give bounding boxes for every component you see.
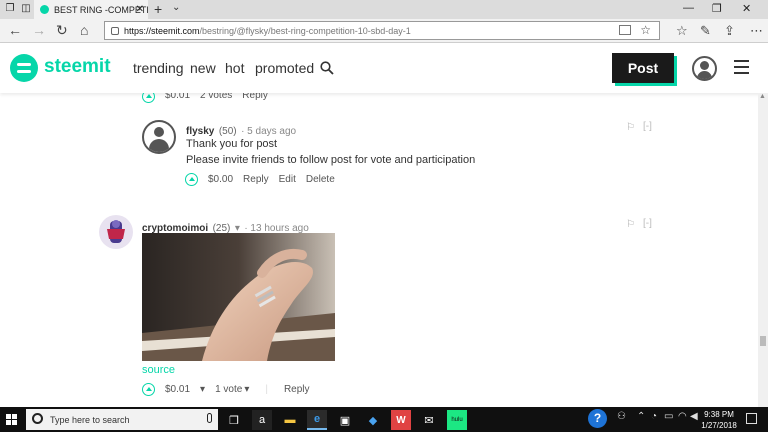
hub-icon[interactable]: ☆ (676, 23, 688, 39)
url-path: /bestring/@flysky/best-ring-competition-… (199, 25, 411, 36)
edge-browser-icon[interactable]: e (307, 410, 327, 430)
windows-start-icon[interactable] (6, 414, 17, 425)
upvote-icon[interactable] (142, 93, 155, 103)
address-bar[interactable]: https://steemit.com /bestring/@flysky/be… (104, 21, 660, 40)
divider: | (265, 384, 268, 395)
payout-chevron-icon[interactable]: ▾ (200, 384, 205, 395)
home-button[interactable]: ⌂ (80, 22, 88, 38)
amazon-app-icon[interactable]: a (252, 410, 272, 430)
task-view-icon[interactable]: ❐ (224, 410, 244, 430)
clock-time: 9:38 PM (704, 410, 734, 419)
steemit-logo-icon[interactable] (10, 54, 38, 82)
url-host: https://steemit.com (124, 25, 200, 36)
tab-aside-icon[interactable]: ❐ (4, 3, 16, 15)
show-hidden-icons-chevron-icon[interactable]: ⌃ (637, 411, 645, 422)
comment-actions: $0.00 Reply Edit Delete (185, 173, 335, 186)
action-center-icon[interactable] (746, 413, 757, 424)
dropbox-icon[interactable]: ◆ (363, 410, 383, 430)
browser-tab-active[interactable]: BEST RING -COMPETITI ✕ (34, 0, 148, 19)
comment-flysky: flysky (50) · 5 days ago Thank you for p… (0, 115, 758, 195)
help-icon[interactable]: ? (588, 409, 607, 428)
votes-count[interactable]: 1 vote (215, 384, 242, 395)
payout-amount[interactable]: $0.00 (208, 174, 233, 185)
minimize-button[interactable]: — (683, 2, 694, 14)
microphone-icon[interactable] (207, 413, 212, 423)
cortana-icon (32, 413, 43, 424)
taskbar-clock[interactable]: 9:38 PM 1/27/2018 (697, 409, 741, 431)
web-notes-icon[interactable]: ✎ (700, 23, 711, 39)
user-avatar-icon[interactable] (692, 56, 717, 81)
more-icon[interactable]: ⋯ (750, 23, 763, 39)
edit-link[interactable]: Edit (279, 174, 296, 185)
site-header: steemit trending new hot promoted Post (0, 43, 768, 93)
upvote-icon[interactable] (185, 173, 198, 186)
delete-link[interactable]: Delete (306, 174, 335, 185)
wifi-icon[interactable]: ◠ (678, 411, 687, 422)
tab-title: BEST RING -COMPETITI (54, 4, 148, 15)
browser-navigation-bar: ← → ↻ ⌂ https://steemit.com /bestring/@f… (0, 19, 768, 43)
scroll-thumb[interactable] (760, 336, 766, 346)
wps-office-icon[interactable]: W (391, 410, 411, 430)
new-tab-button[interactable]: + (154, 1, 162, 17)
back-button[interactable]: ← (8, 22, 22, 38)
reading-view-icon[interactable] (619, 25, 631, 35)
scroll-up-icon[interactable]: ▲ (759, 93, 766, 100)
store-icon[interactable]: ▣ (335, 410, 355, 430)
forward-button[interactable]: → (32, 22, 46, 38)
user-avatar-image[interactable] (99, 215, 133, 249)
share-icon[interactable]: ⇪ (724, 23, 735, 39)
file-explorer-icon[interactable]: ▬ (280, 410, 300, 430)
people-icon[interactable]: ⚇ (617, 411, 626, 422)
page-scrollbar[interactable]: ▲ (758, 93, 768, 407)
upvote-icon[interactable] (142, 383, 155, 396)
reply-link[interactable]: Reply (242, 93, 268, 103)
comments-section: $0.01 2 votes Reply flysky (50) · 5 days… (0, 93, 758, 407)
comment-line: Thank you for post (186, 138, 278, 150)
nav-new[interactable]: new (190, 60, 216, 76)
close-window-button[interactable]: ✕ (742, 2, 751, 15)
tab-list-chevron-icon[interactable]: ⌄ (172, 2, 180, 13)
post-button[interactable]: Post (612, 53, 674, 83)
previous-comment-actions: $0.01 2 votes Reply (142, 93, 268, 103)
network-icon[interactable]: ◔ (651, 411, 657, 422)
favorite-star-icon[interactable]: ☆ (640, 23, 651, 37)
steemit-favicon-icon (40, 5, 49, 14)
ring-photo-image (142, 233, 335, 361)
reply-link[interactable]: Reply (284, 384, 310, 395)
browser-tab-bar: ❐ ◫ BEST RING -COMPETITI ✕ + ⌄ — ❐ ✕ (0, 0, 768, 19)
collapse-toggle[interactable]: [-] (643, 121, 652, 132)
collapse-toggle[interactable]: [-] (643, 218, 652, 229)
lock-icon (111, 26, 119, 35)
restore-button[interactable]: ❐ (712, 2, 722, 15)
clock-date: 1/27/2018 (701, 421, 737, 430)
battery-icon[interactable]: ▭ (664, 411, 673, 422)
brand-name[interactable]: steemit (44, 56, 111, 78)
refresh-button[interactable]: ↻ (56, 22, 68, 38)
source-link[interactable]: source (142, 364, 175, 376)
nav-promoted[interactable]: promoted (255, 60, 314, 76)
avatar-placeholder-icon[interactable] (142, 120, 176, 154)
search-placeholder: Type here to search (50, 414, 130, 425)
windows-taskbar: Type here to search ❐ a ▬ e ▣ ◆ W ✉ hulu… (0, 407, 768, 432)
votes-count[interactable]: 2 votes (200, 93, 232, 103)
nav-trending[interactable]: trending (133, 60, 184, 76)
nav-hot[interactable]: hot (225, 60, 244, 76)
hulu-icon[interactable]: hulu (447, 410, 467, 430)
comment-line: Please invite friends to follow post for… (186, 154, 476, 166)
flag-icon[interactable]: ⚐ (626, 122, 635, 133)
menu-hamburger-icon[interactable] (734, 60, 749, 78)
mail-icon[interactable]: ✉ (419, 410, 439, 430)
search-icon[interactable] (320, 61, 334, 75)
reply-link[interactable]: Reply (243, 174, 269, 185)
payout-amount[interactable]: $0.01 (165, 384, 190, 395)
votes-chevron-icon[interactable]: ▾ (244, 384, 249, 395)
flag-icon[interactable]: ⚐ (626, 219, 635, 230)
tab-close-icon[interactable]: ✕ (136, 4, 144, 15)
tab-preview-icon[interactable]: ◫ (20, 3, 32, 15)
comment-actions: $0.01 ▾ 1 vote ▾ | Reply (142, 383, 310, 396)
payout-amount[interactable]: $0.01 (165, 93, 190, 103)
taskbar-search-input[interactable]: Type here to search (26, 409, 218, 430)
comment-body: Thank you for post Please invite friends… (186, 136, 475, 168)
comment-cryptomoimoi (0, 209, 758, 407)
